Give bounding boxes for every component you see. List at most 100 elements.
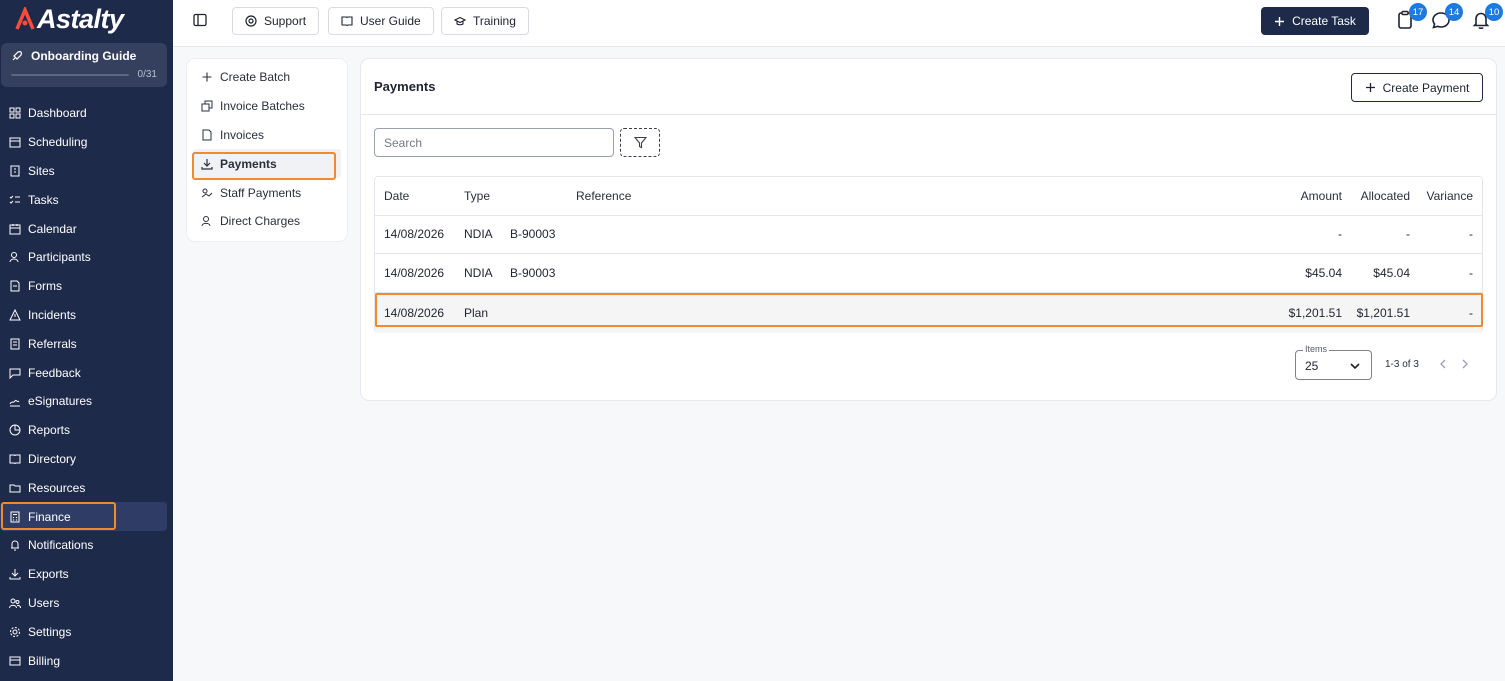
subnav-item-payments[interactable]: Payments xyxy=(193,149,341,179)
direct-charges-icon xyxy=(201,216,211,227)
user-group-icon xyxy=(9,598,21,609)
sidebar-item-participants[interactable]: Participants xyxy=(0,243,173,272)
sidebar-item-incidents[interactable]: Incidents xyxy=(0,301,173,330)
sidebar-item-label: Feedback xyxy=(28,365,81,380)
app-logo[interactable]: Astalty xyxy=(0,0,173,38)
sidebar-item-notifications[interactable]: Notifications xyxy=(0,531,173,560)
cell-batch[interactable]: B-90003 xyxy=(510,216,555,254)
filter-button[interactable] xyxy=(620,128,660,157)
messages-badge: 14 xyxy=(1445,3,1463,21)
cell-variance: - xyxy=(1469,227,1473,242)
sidebar-item-dashboard[interactable]: Dashboard xyxy=(0,99,173,128)
column-header-reference[interactable]: Reference xyxy=(576,177,631,215)
tasks-button[interactable]: 17 xyxy=(1395,3,1427,32)
sidebar-item-users[interactable]: Users xyxy=(0,589,173,618)
sidebar-item-tasks[interactable]: Tasks xyxy=(0,185,173,214)
column-header-type[interactable]: Type xyxy=(464,177,490,215)
support-label: Support xyxy=(264,14,307,28)
sidebar-item-label: Incidents xyxy=(28,307,77,322)
credit-card-icon xyxy=(9,656,21,666)
sidebar-item-calendar[interactable]: Calendar xyxy=(0,214,173,243)
column-header-date[interactable]: Date xyxy=(384,177,409,215)
signature-icon xyxy=(9,400,20,407)
building-icon xyxy=(10,165,20,177)
cell-allocated: $1,201.51 xyxy=(1356,306,1410,321)
sidebar-item-directory[interactable]: Directory xyxy=(0,445,173,474)
column-header-allocated[interactable]: Allocated xyxy=(1361,177,1410,215)
notifications-button[interactable]: 10 xyxy=(1471,3,1503,32)
finance-subnav: Create Batch Invoice Batches Invoices Pa… xyxy=(187,59,347,241)
sidebar-item-label: Tasks xyxy=(28,192,59,207)
sidebar-item-exports[interactable]: Exports xyxy=(0,560,173,589)
items-per-page-value: 25 xyxy=(1305,359,1319,373)
sidebar-item-settings[interactable]: Settings xyxy=(0,617,173,646)
user-guide-button[interactable]: User Guide xyxy=(328,7,434,35)
sidebar-item-label: Dashboard xyxy=(28,106,87,121)
folder-icon xyxy=(9,484,21,493)
sidebar-item-label: Billing xyxy=(28,653,61,668)
graduation-cap-icon xyxy=(454,16,466,26)
calendar-icon xyxy=(9,223,21,235)
create-payment-button[interactable]: Create Payment xyxy=(1351,73,1483,102)
onboarding-guide[interactable]: Onboarding Guide 0/31 xyxy=(1,43,167,87)
pie-chart-icon xyxy=(9,424,21,436)
table-header-row: Date Type Reference Amount Allocated Var… xyxy=(375,177,1482,216)
sidebar-toggle-icon[interactable] xyxy=(193,13,207,27)
subnav-item-create-batch[interactable]: Create Batch xyxy=(187,63,347,92)
rocket-icon xyxy=(12,51,22,61)
messages-button[interactable]: 14 xyxy=(1431,3,1463,32)
subnav-item-label: Invoice Batches xyxy=(220,99,305,114)
sidebar-item-label: Exports xyxy=(28,567,69,582)
subnav-item-staff-payments[interactable]: Staff Payments xyxy=(187,178,347,207)
document-icon xyxy=(10,280,20,292)
cell-type: NDIA xyxy=(464,265,493,280)
sidebar-item-esignatures[interactable]: eSignatures xyxy=(0,387,173,416)
sidebar-item-finance[interactable]: Finance xyxy=(0,502,167,531)
sidebar-item-billing[interactable]: Billing xyxy=(0,646,173,675)
page-title: Payments xyxy=(374,79,436,94)
book-icon xyxy=(9,454,21,464)
cell-date: 14/08/2026 xyxy=(384,265,445,280)
sidebar-item-reports[interactable]: Reports xyxy=(0,416,173,445)
sidebar-item-label: Reports xyxy=(28,423,71,438)
cell-allocated: - xyxy=(1406,227,1410,242)
tasks-badge: 17 xyxy=(1409,3,1427,21)
dashboard-icon xyxy=(9,107,21,119)
sidebar-item-feedback[interactable]: Feedback xyxy=(0,358,173,387)
search-input[interactable] xyxy=(374,128,614,157)
book-open-icon xyxy=(341,16,353,27)
items-per-page-select[interactable]: Items 25 xyxy=(1295,344,1372,380)
sidebar-nav: Dashboard Scheduling Sites Tasks Calenda… xyxy=(0,99,173,675)
training-button[interactable]: Training xyxy=(441,7,529,35)
calendar-clock-icon xyxy=(9,137,21,148)
create-payment-label: Create Payment xyxy=(1382,80,1470,95)
subnav-item-invoice-batches[interactable]: Invoice Batches xyxy=(187,92,347,121)
sidebar-item-sites[interactable]: Sites xyxy=(0,157,173,186)
sidebar-item-label: Scheduling xyxy=(28,135,88,150)
cell-batch[interactable]: B-90003 xyxy=(510,254,555,292)
sidebar-item-forms[interactable]: Forms xyxy=(0,272,173,301)
support-button[interactable]: Support xyxy=(232,7,320,35)
payments-panel: Payments Create Payment Date Type Refere… xyxy=(361,59,1496,400)
subnav-item-label: Create Batch xyxy=(220,70,291,85)
invoice-icon xyxy=(202,129,212,141)
table-row[interactable]: 14/08/2026 Plan $1,201.51 $1,201.51 - xyxy=(375,294,1482,333)
create-task-button[interactable]: Create Task xyxy=(1261,7,1369,35)
column-header-variance[interactable]: Variance xyxy=(1427,177,1473,215)
subnav-item-direct-charges[interactable]: Direct Charges xyxy=(187,207,347,236)
cell-amount: $45.04 xyxy=(1305,265,1342,280)
sidebar-item-label: Directory xyxy=(28,451,77,466)
column-header-amount[interactable]: Amount xyxy=(1301,177,1342,215)
table-row[interactable]: 14/08/2026 NDIA B-90003 $45.04 $45.04 - xyxy=(375,254,1482,293)
plus-icon xyxy=(1275,16,1285,26)
sidebar-item-resources[interactable]: Resources xyxy=(0,473,173,502)
subnav-item-invoices[interactable]: Invoices xyxy=(187,121,347,150)
sidebar-item-scheduling[interactable]: Scheduling xyxy=(0,128,173,157)
onboarding-progress-bar xyxy=(11,74,129,76)
onboarding-title: Onboarding Guide xyxy=(31,49,137,63)
chevron-left-icon[interactable] xyxy=(1437,358,1449,370)
chevron-right-icon[interactable] xyxy=(1459,358,1471,370)
table-row[interactable]: 14/08/2026 NDIA B-90003 - - - xyxy=(375,216,1482,254)
sidebar-item-referrals[interactable]: Referrals xyxy=(0,329,173,358)
sidebar-item-label: Referrals xyxy=(28,336,77,351)
